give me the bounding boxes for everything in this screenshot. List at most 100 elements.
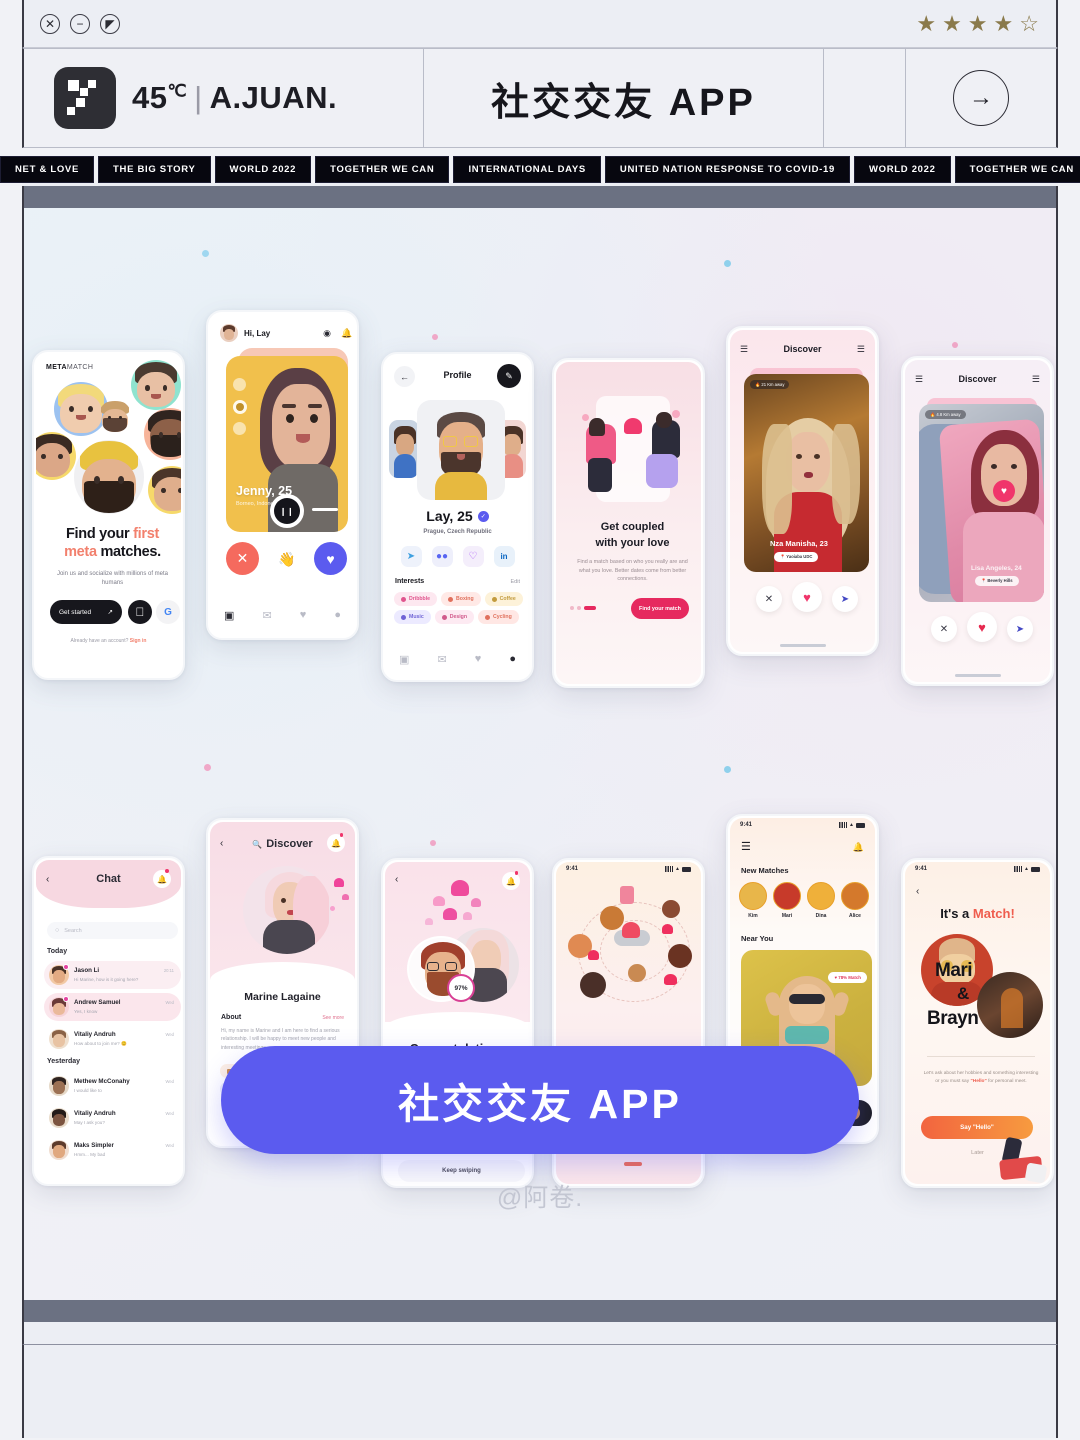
- decor-dot-4: [952, 342, 958, 348]
- ticker-item-2[interactable]: WORLD 2022: [214, 156, 312, 183]
- star-filled-1: ★: [916, 10, 938, 36]
- discover-share-button[interactable]: ➤: [832, 586, 858, 612]
- discord-icon[interactable]: ●●: [431, 546, 453, 567]
- ticker-item-3[interactable]: TOGETHER WE CAN: [315, 156, 450, 183]
- menu-icon[interactable]: ☰: [1032, 374, 1040, 385]
- orbit-avatar-2: [662, 900, 680, 918]
- heart-icon[interactable]: ♥: [475, 653, 482, 665]
- match-avatar-brayn: [977, 972, 1043, 1038]
- wave-button[interactable]: 👋: [274, 546, 300, 572]
- notification-bell-icon[interactable]: 🔔: [340, 326, 354, 340]
- interest-tag-dribbble[interactable]: Dribbble: [394, 592, 438, 606]
- notification-bell-icon[interactable]: 🔔: [502, 872, 520, 890]
- chat-row-jason[interactable]: Jason Li Hi Marine, how is it going here…: [44, 961, 181, 989]
- interest-tag-boxing[interactable]: Boxing: [441, 592, 481, 606]
- back-button[interactable]: ‹: [916, 886, 919, 897]
- ticker-item-4[interactable]: INTERNATIONAL DAYS: [453, 156, 601, 183]
- match-person-mari[interactable]: Mari: [773, 882, 801, 919]
- pause-icon: ❙❙: [274, 498, 300, 524]
- match-headline: It's a Match!: [905, 906, 1050, 921]
- cta-button[interactable]: 社交交友 APP: [221, 1046, 859, 1154]
- match-person-kim[interactable]: Kim: [739, 882, 767, 919]
- apple-signin-button[interactable]: : [128, 600, 152, 624]
- location-icon[interactable]: ◉: [320, 326, 334, 340]
- discover-share-button[interactable]: ➤: [1007, 616, 1033, 642]
- linkedin-icon[interactable]: in: [493, 546, 515, 567]
- mail-icon[interactable]: ✉: [437, 653, 446, 666]
- user-avatar[interactable]: [220, 324, 238, 342]
- cards-icon[interactable]: ▣: [224, 609, 234, 622]
- reject-button[interactable]: ✕: [226, 542, 259, 575]
- unread-dot: [63, 996, 69, 1002]
- match-person-alice[interactable]: Alice: [841, 882, 869, 919]
- screen-discover-b: ☰ Discover ☰ ♥ 🔥 4.8 Km away Lisa Angele…: [905, 360, 1050, 682]
- ticker-item-5[interactable]: UNITED NATION RESPONSE TO COVID-19: [604, 156, 850, 183]
- discover-like-button[interactable]: ♥: [792, 582, 822, 612]
- discover-title: Discover: [783, 344, 822, 354]
- marine-avatar[interactable]: [243, 866, 331, 954]
- wifi-icon: ▲: [849, 822, 854, 828]
- profile-location: Prague, Czech Republic: [423, 529, 492, 535]
- notification-bell-icon[interactable]: 🔔: [153, 870, 171, 888]
- home-indicator: [954, 674, 1001, 677]
- interest-tag-coffee[interactable]: Coffee: [484, 592, 523, 606]
- profile-main-photo[interactable]: [417, 400, 505, 500]
- messenger-icon[interactable]: ♡: [462, 546, 484, 567]
- watermark: @阿卷.: [496, 1184, 584, 1212]
- chat-name: Vitaliy Andruh: [74, 1031, 116, 1038]
- telegram-icon[interactable]: ➤: [400, 546, 422, 567]
- heart-icon[interactable]: ♥: [300, 609, 307, 621]
- apple-icon: : [136, 606, 145, 618]
- unread-dot: [63, 964, 69, 970]
- discover-photo-card[interactable]: 🔥 21 Km away Nza Manisha, 23 📍 Yaoiaba U…: [744, 374, 869, 572]
- profile-prev-photo[interactable]: [389, 420, 419, 478]
- profile-icon[interactable]: ●: [509, 653, 516, 665]
- location-pill: 📍 Beverly Hills: [975, 576, 1019, 586]
- arrow-right-icon[interactable]: →: [953, 70, 1009, 126]
- discover-photo-card[interactable]: ♥ 🔥 4.8 Km away Lisa Angeles, 24 📍 Bever…: [919, 404, 1044, 602]
- close-icon[interactable]: ✕: [40, 13, 60, 34]
- pause-button-outer[interactable]: ❙❙: [270, 494, 304, 528]
- menu-icon[interactable]: ☰: [857, 344, 865, 355]
- profile-icon[interactable]: ●: [334, 609, 341, 621]
- mail-icon[interactable]: ✉: [262, 609, 271, 622]
- search-icon[interactable]: 🔍: [252, 840, 262, 849]
- match-person-dina[interactable]: Dina: [807, 882, 835, 919]
- menu-icon[interactable]: ☰: [741, 842, 751, 853]
- notification-bell-icon[interactable]: 🔔: [853, 842, 864, 853]
- discover-reject-button[interactable]: ✕: [756, 586, 782, 612]
- minimize-icon[interactable]: −: [70, 13, 90, 34]
- greeting-text: Hi, Lay: [244, 329, 271, 338]
- next-button[interactable]: →: [906, 49, 1056, 147]
- interest-tag-design[interactable]: Design: [434, 610, 474, 624]
- get-started-button[interactable]: Get started ↗: [50, 600, 122, 624]
- arrow-up-right-icon: ↗: [107, 609, 113, 616]
- edit-profile-button[interactable]: ✎: [497, 364, 521, 388]
- ticker-item-1[interactable]: THE BIG STORY: [98, 156, 211, 183]
- match-amp: &: [957, 984, 970, 1003]
- ticker-item-7[interactable]: TOGETHER WE CAN: [954, 156, 1080, 183]
- person-name: Dina: [815, 913, 827, 919]
- signin-link[interactable]: Sign in: [130, 638, 147, 644]
- metamatch-subtitle: Join us and socialize with millions of m…: [56, 571, 169, 586]
- find-your-match-button[interactable]: Find your match: [631, 598, 689, 619]
- google-signin-button[interactable]: G: [156, 600, 180, 624]
- ticker-item-0[interactable]: NET & LOVE: [0, 156, 95, 183]
- back-button[interactable]: ‹: [395, 874, 398, 885]
- poster-page: ✕ − ◤ ★ ★ ★ ★ ☆ 45℃ |A.JUAN. 社交交友 APP →: [0, 0, 1080, 1440]
- status-time: 9:41: [740, 822, 753, 828]
- see-more-link[interactable]: See more: [322, 1015, 344, 1021]
- cards-icon[interactable]: ▣: [399, 653, 409, 666]
- chat-row-andrew[interactable]: Andrew Samuel Yes, I know Wed: [44, 993, 181, 1021]
- ticker-item-6[interactable]: WORLD 2022: [853, 156, 951, 183]
- discover-like-button[interactable]: ♥: [967, 612, 997, 642]
- discover-reject-button[interactable]: ✕: [931, 616, 957, 642]
- like-button[interactable]: ♥: [314, 542, 347, 575]
- interest-tag-music[interactable]: Music: [394, 610, 431, 624]
- marine-title: Discover: [266, 838, 313, 850]
- search-input[interactable]: ○ Search: [47, 922, 178, 939]
- notification-bell-icon[interactable]: 🔔: [327, 834, 345, 852]
- interests-edit-link[interactable]: Edit: [511, 579, 520, 585]
- maximize-icon[interactable]: ◤: [100, 13, 120, 34]
- interest-tag-cycling[interactable]: Cycling: [478, 610, 519, 624]
